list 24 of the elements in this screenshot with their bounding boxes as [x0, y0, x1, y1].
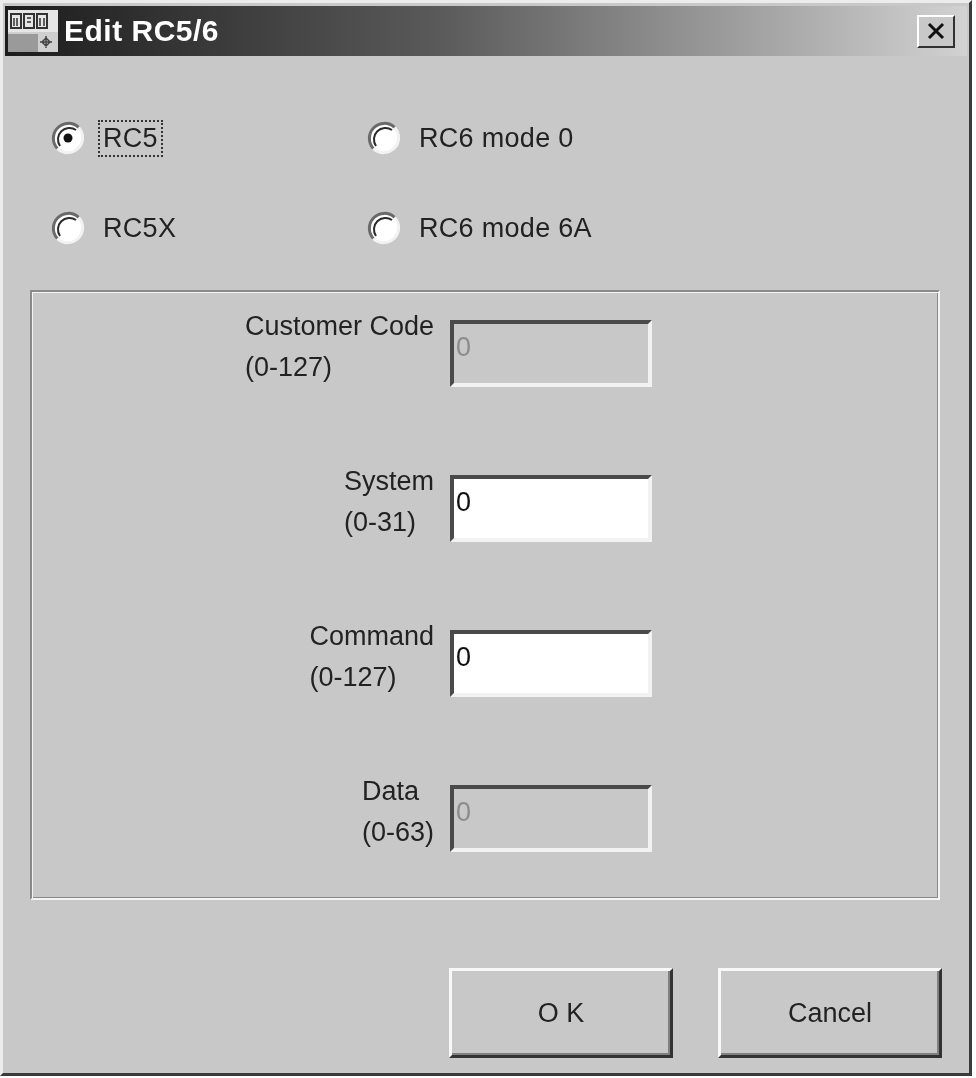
close-icon: [926, 21, 946, 41]
window-title: Edit RC5/6: [64, 14, 221, 48]
field-label: Command: [309, 620, 434, 653]
radio-button[interactable]: [51, 121, 85, 155]
radio-label[interactable]: RC5X: [98, 209, 182, 247]
radio-button[interactable]: [367, 121, 401, 155]
range-label: (0-127): [244, 351, 333, 384]
radio-label[interactable]: RC5: [98, 119, 163, 157]
range-label: (0-31): [343, 506, 417, 539]
range-label: (0-127): [309, 661, 398, 694]
input-field[interactable]: 0: [450, 475, 652, 542]
field-label: Data: [361, 775, 420, 808]
dialog-button[interactable]: Cancel: [718, 968, 942, 1058]
radio-button[interactable]: [51, 211, 85, 245]
app-icon: [8, 10, 58, 52]
input-field[interactable]: 0: [450, 630, 652, 697]
field-label: Customer Code: [244, 310, 434, 343]
radio-button[interactable]: [367, 211, 401, 245]
radio-label[interactable]: RC6 mode 6A: [414, 209, 597, 247]
radio-label[interactable]: RC6 mode 0: [414, 119, 579, 157]
range-label: (0-63): [361, 816, 434, 849]
close-button[interactable]: [917, 14, 955, 48]
field-label: System: [343, 465, 434, 498]
dialog-button[interactable]: O K: [449, 968, 673, 1058]
